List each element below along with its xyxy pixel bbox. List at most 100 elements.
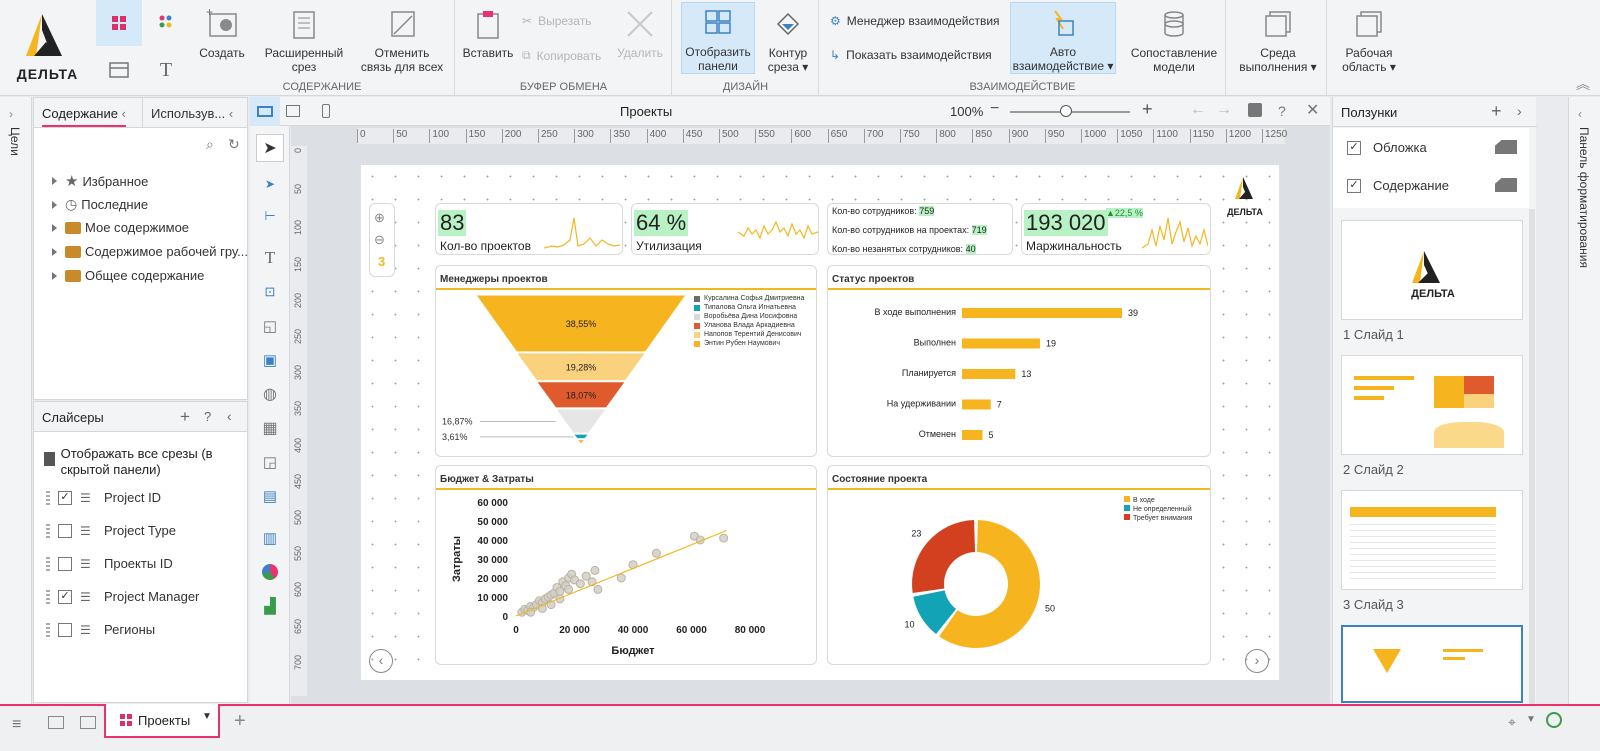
refresh-icon[interactable]: ↻ xyxy=(228,136,240,153)
layout-button[interactable] xyxy=(96,47,142,93)
help-icon[interactable]: ? xyxy=(204,409,211,424)
formatting-panel-tab[interactable]: Панель форматирования xyxy=(1577,127,1591,268)
slicer-checkbox[interactable]: ✓ xyxy=(58,490,72,505)
drag-handle-icon[interactable] xyxy=(46,622,50,637)
toggle-cover[interactable]: ✓ Обложка xyxy=(1347,140,1427,155)
workspace-button[interactable]: Рабочая область ▾ xyxy=(1334,4,1404,74)
zoom-out-icon[interactable]: − xyxy=(990,100,999,118)
extended-slice-button[interactable]: Расширенный срез xyxy=(260,4,348,74)
unlink-all-button[interactable]: Отменить связь для всех xyxy=(358,4,446,74)
expand-left-icon[interactable]: ‹ xyxy=(1578,107,1582,121)
text-style-button[interactable]: T xyxy=(143,47,189,93)
image-tool[interactable]: ▣ xyxy=(256,346,284,374)
pivot-tool[interactable]: ▤ xyxy=(256,482,284,510)
add-slicer-icon[interactable]: + xyxy=(180,407,190,427)
tab-used[interactable]: Использув... ‹ xyxy=(142,98,248,128)
kpi-card-margin[interactable]: 193 020 ▲22,5 % Маржинальность xyxy=(1021,203,1211,255)
desktop-view-button[interactable] xyxy=(250,97,280,126)
tree-item-recent[interactable]: ◷ Последние xyxy=(52,196,148,213)
save-icon[interactable] xyxy=(1248,103,1262,117)
collapse-icon[interactable]: ‹ xyxy=(227,408,232,424)
tree-item-shared[interactable]: Общее содержание xyxy=(52,268,204,283)
slide-thumb-1[interactable]: ДЕЛЬТА xyxy=(1341,220,1523,320)
collapse-right-icon[interactable]: › xyxy=(1517,103,1522,119)
grid-view-button[interactable] xyxy=(96,0,142,46)
frame-tool[interactable]: ◲ xyxy=(256,448,284,476)
state-chart[interactable]: Состояние проекта 50 10 23 В ходе Не определ… xyxy=(827,465,1211,665)
slide-thumb-3[interactable] xyxy=(1341,490,1523,590)
help-canvas-icon[interactable]: ? xyxy=(1278,103,1286,119)
slicer-checkbox[interactable] xyxy=(58,523,72,538)
kpi-card-utilization[interactable]: 64 % Утилизация xyxy=(631,203,819,255)
undo-icon[interactable]: ← xyxy=(1190,101,1206,119)
collapse-ribbon-icon[interactable]: ︽ xyxy=(1576,74,1590,94)
select-tool[interactable]: ➤ xyxy=(256,134,284,162)
slicer-item[interactable]: ☰ Проекты ID xyxy=(46,556,173,571)
pin-dropdown-icon[interactable]: ▼ xyxy=(1526,714,1536,725)
interaction-manager-button[interactable]: ⚙ Менеджер взаимодействия xyxy=(830,14,1000,28)
toggle-content[interactable]: ✓ Содержание xyxy=(1347,178,1449,193)
content-checkbox[interactable]: ✓ xyxy=(1347,178,1361,193)
cut-button[interactable]: ✂ Вырезать xyxy=(522,14,591,28)
tree-item-workgroup[interactable]: Содержимое рабочей гру... xyxy=(52,244,248,259)
phone-view-icon[interactable] xyxy=(322,104,330,118)
slide[interactable]: ⊕ ⊖ 3 ДЕЛЬТА 83 Кол-во проектов 64 % Ути… xyxy=(361,165,1279,680)
drag-handle-icon[interactable] xyxy=(46,523,50,538)
drag-handle-icon[interactable] xyxy=(46,556,50,571)
redo-icon[interactable]: → xyxy=(1216,101,1232,119)
table-tool[interactable]: ▦ xyxy=(256,414,284,442)
show-all-slicers[interactable]: Отображать все срезы (в скрытой панели) xyxy=(44,446,244,478)
thumbs-scrollbar[interactable] xyxy=(1529,209,1535,709)
slice-contour-button[interactable]: Контур среза ▾ xyxy=(761,4,815,74)
drag-handle-icon[interactable] xyxy=(46,490,50,505)
report-list-icon[interactable] xyxy=(80,716,96,729)
show-interactions-button[interactable]: ↳ Показать взаимодействия xyxy=(830,48,992,62)
slicer-checkbox[interactable] xyxy=(58,622,72,637)
report-tool[interactable]: ▥ xyxy=(256,524,284,552)
slide-thumb-2[interactable] xyxy=(1341,355,1523,455)
tab-projects[interactable]: Проекты ▼ xyxy=(104,704,220,738)
zoom-search-icon[interactable]: ⊕ xyxy=(374,210,385,226)
tablet-view-icon[interactable] xyxy=(286,105,300,117)
slicer-item[interactable]: ☰ Project Type xyxy=(46,523,176,538)
zoom-slider-thumb[interactable] xyxy=(1060,105,1072,117)
next-slide-button[interactable]: › xyxy=(1245,649,1269,673)
search-icon[interactable]: ⌕ xyxy=(206,136,214,153)
slicer-item[interactable]: ☰ Регионы xyxy=(46,622,155,637)
managers-chart[interactable]: Менеджеры проектов 38,55% 19,28% 18,07% 16,… xyxy=(435,265,817,457)
tree-item-my-content[interactable]: Мое содержимое xyxy=(52,220,189,235)
direct-select-tool[interactable]: ➤ xyxy=(256,170,284,198)
environment-button[interactable]: Среда выполнения ▾ xyxy=(1235,4,1321,74)
zoom-in-icon[interactable]: + xyxy=(1142,99,1153,120)
auto-interaction-button[interactable]: Авто взаимодействие ▾ xyxy=(1010,2,1116,74)
prev-slide-button[interactable]: ‹ xyxy=(369,649,393,673)
close-canvas-icon[interactable]: ✕ xyxy=(1306,100,1319,120)
tree-item-favorites[interactable]: ★ Избранное xyxy=(52,172,148,190)
show-all-checkbox[interactable] xyxy=(44,452,55,466)
slide-thumb-4[interactable] xyxy=(1341,625,1523,703)
create-button[interactable]: + Создать xyxy=(196,4,248,60)
show-panels-button[interactable]: Отобразить панели xyxy=(681,2,755,74)
slicer-checkbox[interactable] xyxy=(58,556,72,571)
paste-button[interactable]: Вставить xyxy=(462,4,514,60)
web-tool[interactable]: ◍ xyxy=(256,380,284,408)
bar-chart-tool[interactable]: ▟ xyxy=(256,592,284,620)
palette-button[interactable] xyxy=(143,0,189,46)
expand-chevron-icon[interactable]: › xyxy=(9,107,13,121)
drag-handle-icon[interactable] xyxy=(46,589,50,604)
pin-icon[interactable]: ⌖ xyxy=(1508,714,1516,731)
app-logo[interactable]: ДЕЛЬТА xyxy=(0,0,95,95)
budget-chart[interactable]: Бюджет & Затраты 0 10 000 20 000 30 000 40 0… xyxy=(435,465,817,665)
zoom-reset-icon[interactable]: ⊖ xyxy=(374,232,385,248)
tab-dropdown-icon[interactable]: ▼ xyxy=(202,711,212,722)
slicer-item[interactable]: ✓ ☰ Project ID xyxy=(46,490,161,505)
pie-chart-tool[interactable] xyxy=(256,558,284,586)
cover-checkbox[interactable]: ✓ xyxy=(1347,140,1361,155)
add-tab-icon[interactable]: + xyxy=(234,710,246,733)
add-slide-icon[interactable]: + xyxy=(1491,101,1502,122)
tab-content[interactable]: Содержание ‹ xyxy=(42,106,126,127)
copy-button[interactable]: ⧉ Копировать xyxy=(522,48,601,63)
model-compare-button[interactable]: Сопоставление модели xyxy=(1126,4,1222,74)
kpi-card-projects[interactable]: 83 Кол-во проектов xyxy=(435,203,623,255)
delete-button[interactable]: Удалить xyxy=(612,4,668,60)
